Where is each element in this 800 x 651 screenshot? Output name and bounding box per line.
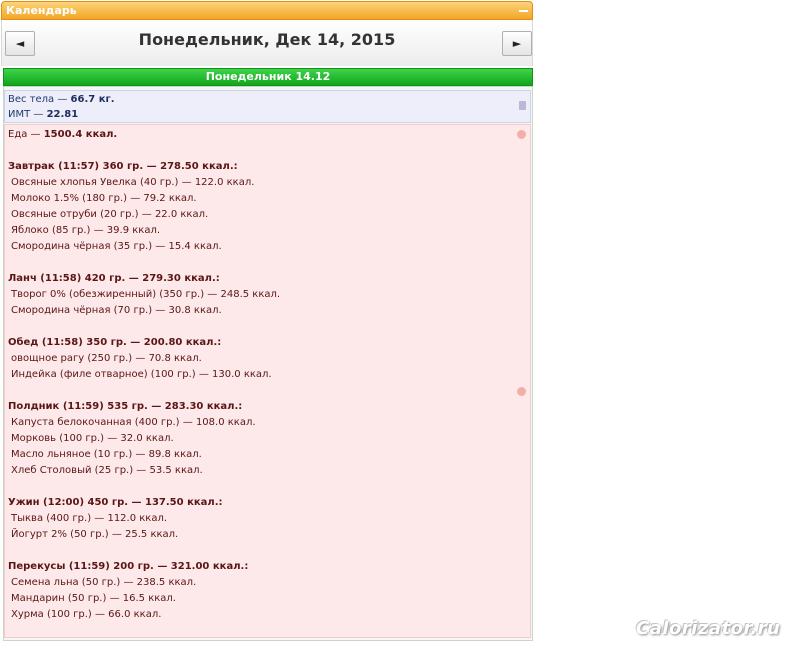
- food-item: Индейка (филе отварное) (100 гр.) — 130.…: [11, 369, 272, 380]
- food-item: Масло льняное (10 гр.) — 89.8 ккал.: [11, 449, 202, 460]
- weight-label: Вес тела —: [8, 94, 71, 105]
- bmi-value: 22.81: [46, 109, 79, 120]
- panel-title: Календарь: [6, 4, 77, 17]
- food-total: Еда — 1500.4 ккал.: [8, 129, 117, 140]
- body-stats-box: Вес тела — 66.7 кг. ИМТ — 22.81: [4, 90, 531, 123]
- food-diary-box: Еда — 1500.4 ккал. Завтрак (11:57) 360 г…: [4, 124, 531, 638]
- meal-header: Завтрак (11:57) 360 гр. — 278.50 ккал.:: [8, 161, 238, 172]
- scale-icon[interactable]: [519, 101, 526, 110]
- meal-header: Ланч (11:58) 420 гр. — 279.30 ккал.:: [8, 273, 220, 284]
- minus-icon[interactable]: [519, 10, 528, 12]
- apple-icon[interactable]: [517, 130, 526, 139]
- meal-header: Обед (11:58) 350 гр. — 200.80 ккал.:: [8, 337, 222, 348]
- food-item: Смородина чёрная (70 гр.) — 30.8 ккал.: [11, 305, 222, 316]
- food-item: Овсяные хлопья Увелка (40 гр.) — 122.0 к…: [11, 177, 255, 188]
- food-item: Мандарин (50 гр.) — 16.5 ккал.: [11, 593, 176, 604]
- food-item: овощное рагу (250 гр.) — 70.8 ккал.: [11, 353, 202, 364]
- food-item: Йогурт 2% (50 гр.) — 25.5 ккал.: [11, 529, 179, 540]
- food-item: Хурма (100 гр.) — 66.0 ккал.: [11, 609, 162, 620]
- weight-line: Вес тела — 66.7 кг.: [8, 94, 115, 105]
- food-item: Капуста белокочанная (400 гр.) — 108.0 к…: [11, 417, 256, 428]
- food-item: Яблоко (85 гр.) — 39.9 ккал.: [11, 225, 161, 236]
- meal-header: Ужин (12:00) 450 гр. — 137.50 ккал.:: [8, 497, 223, 508]
- watermark: Calorizator.ru: [636, 618, 781, 639]
- food-total-value: 1500.4 ккал.: [43, 129, 118, 140]
- food-item: Смородина чёрная (35 гр.) — 15.4 ккал.: [11, 241, 222, 252]
- food-item: Овсяные отруби (20 гр.) — 22.0 ккал.: [11, 209, 209, 220]
- food-item: Морковь (100 гр.) — 32.0 ккал.: [11, 433, 174, 444]
- food-item: Хлеб Столовый (25 гр.) — 53.5 ккал.: [11, 465, 203, 476]
- next-day-button[interactable]: ►: [502, 31, 532, 56]
- food-item: Творог 0% (обезжиренный) (350 гр.) — 248…: [11, 289, 281, 300]
- meal-header: Перекусы (11:59) 200 гр. — 321.00 ккал.:: [8, 561, 249, 572]
- date-nav-bar: ◄ Понедельник, Дек 14, 2015 ►: [1, 20, 533, 66]
- meal-header: Полдник (11:59) 535 гр. — 283.30 ккал.:: [8, 401, 243, 412]
- day-header: Понедельник 14.12: [3, 68, 533, 86]
- bmi-line: ИМТ — 22.81: [8, 109, 78, 120]
- food-item: Тыква (400 гр.) — 112.0 ккал.: [11, 513, 168, 524]
- bmi-label: ИМТ —: [8, 109, 47, 120]
- food-item: Семена льна (50 гр.) — 238.5 ккал.: [11, 577, 197, 588]
- calendar-panel-header: Календарь: [1, 1, 533, 20]
- apple-icon[interactable]: [517, 387, 526, 396]
- food-total-label: Еда —: [8, 129, 44, 140]
- food-item: Молоко 1.5% (180 гр.) — 79.2 ккал.: [11, 193, 197, 204]
- date-title: Понедельник, Дек 14, 2015: [138, 30, 396, 49]
- weight-value: 66.7 кг.: [70, 94, 115, 105]
